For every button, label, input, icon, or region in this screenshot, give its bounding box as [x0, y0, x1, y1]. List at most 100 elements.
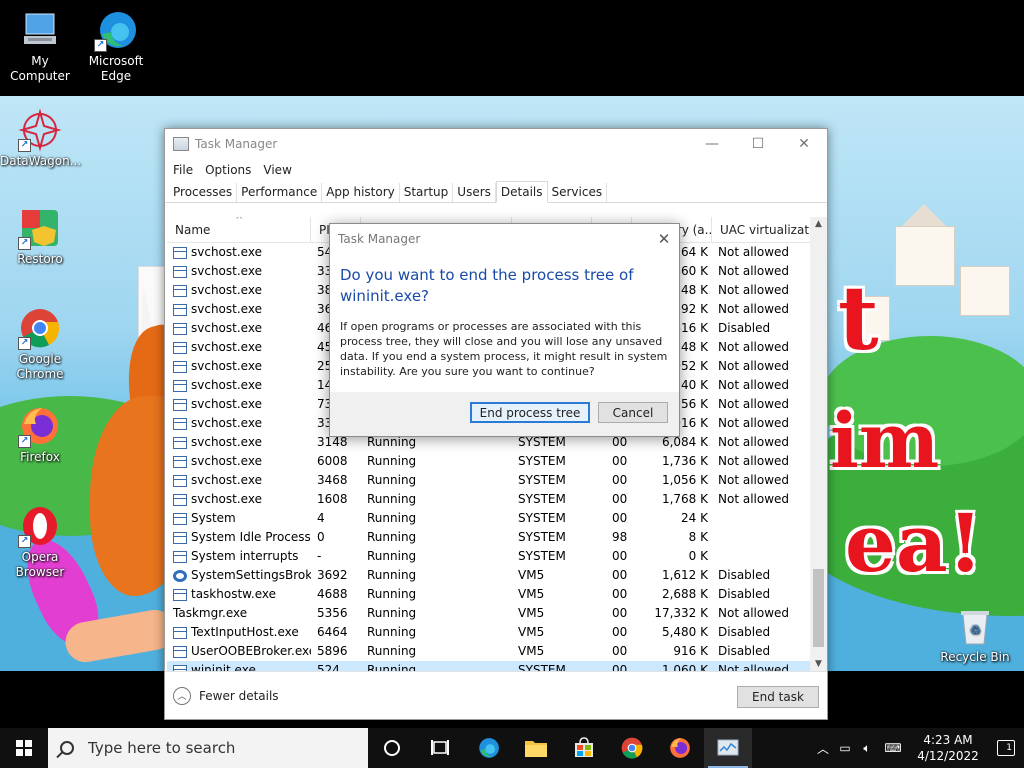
- cell-cpu: 98: [612, 530, 628, 544]
- chevron-up-icon[interactable]: ︿: [812, 740, 834, 757]
- cell-pid: -: [317, 549, 322, 563]
- taskbar-edge[interactable]: [464, 728, 512, 768]
- cell-pid: 0: [317, 530, 325, 544]
- cell-memory: 2,688 K: [661, 587, 708, 601]
- menu-file[interactable]: File: [167, 163, 199, 177]
- tab-services[interactable]: Services: [548, 183, 608, 202]
- end-process-tree-button[interactable]: End process tree: [470, 402, 590, 423]
- desktop-icon-recycle-bin[interactable]: ♻ Recycle Bin: [935, 604, 1015, 665]
- table-row[interactable]: UserOOBEBroker.exe 5896 Running VM5 00 916 K D…: [167, 642, 827, 661]
- cell-status: Running: [367, 511, 417, 525]
- tab-startup[interactable]: Startup: [400, 183, 454, 202]
- table-row[interactable]: wininit.exe 524 Running SYSTEM 00 1,060 K Not …: [167, 661, 827, 671]
- task-view-button[interactable]: [368, 728, 416, 768]
- taskbar-store[interactable]: [560, 728, 608, 768]
- start-button[interactable]: [0, 728, 48, 768]
- cell-uac: Not allowed: [718, 416, 790, 430]
- tab-processes[interactable]: Processes: [169, 183, 238, 202]
- firefox-icon: ↗: [18, 404, 62, 448]
- table-row[interactable]: svchost.exe 3468 Running SYSTEM 00 1,056 K Not…: [167, 471, 827, 490]
- cell-name: svchost.exe: [167, 243, 311, 262]
- process-name: svchost.exe: [191, 473, 262, 487]
- cell-cpu: 00: [612, 473, 628, 487]
- cell-cpu: 00: [612, 454, 628, 468]
- cell-cpu: 00: [612, 549, 628, 563]
- cell-cpu: 00: [612, 511, 628, 525]
- desktop-icon-firefox[interactable]: ↗ Firefox: [0, 404, 80, 465]
- end-task-button[interactable]: End task: [737, 686, 819, 708]
- desktop-icon-opera[interactable]: ↗ Opera Browser: [0, 504, 80, 580]
- notification-center-button[interactable]: 1: [988, 728, 1024, 768]
- cell-uac: Not allowed: [718, 492, 790, 506]
- taskbar-firefox[interactable]: [656, 728, 704, 768]
- firefox-icon: [670, 738, 690, 758]
- scrollbar-thumb[interactable]: [813, 569, 824, 647]
- table-row[interactable]: System interrupts - Running SYSTEM 00 0 K: [167, 547, 827, 566]
- scroll-down-icon[interactable]: ▼: [810, 659, 827, 669]
- cell-name: svchost.exe: [167, 452, 311, 471]
- cell-uac: Disabled: [718, 644, 771, 658]
- table-row[interactable]: svchost.exe 1608 Running SYSTEM 00 1,768 K Not…: [167, 490, 827, 509]
- close-button[interactable]: ✕: [781, 129, 827, 159]
- cell-user: SYSTEM: [518, 454, 566, 468]
- table-row[interactable]: svchost.exe 6008 Running SYSTEM 00 1,736 K Not…: [167, 452, 827, 471]
- cell-status: Running: [367, 473, 417, 487]
- shortcut-arrow-icon: ↗: [18, 535, 31, 548]
- table-row[interactable]: Taskmgr.exe 5356 Running VM5 00 17,332 K Not a…: [167, 345, 827, 623]
- process-icon: [173, 341, 187, 354]
- cell-uac: Not allowed: [718, 283, 790, 297]
- maximize-button[interactable]: ☐: [735, 129, 781, 159]
- title-bar[interactable]: Task Manager — ☐ ✕: [165, 129, 827, 159]
- task-view-icon-button[interactable]: [416, 728, 464, 768]
- process-icon: [173, 493, 187, 506]
- dialog-title-bar[interactable]: Task Manager ✕: [330, 224, 679, 254]
- taskbar-search-box[interactable]: Type here to search: [48, 728, 368, 768]
- taskbar-chrome[interactable]: [608, 728, 656, 768]
- process-icon: [173, 626, 187, 639]
- cell-name: svchost.exe: [167, 357, 311, 376]
- table-row[interactable]: TextInputHost.exe 6464 Running VM5 00 5,480 K…: [167, 623, 827, 642]
- cell-pid: 524: [317, 663, 340, 671]
- menu-options[interactable]: Options: [199, 163, 257, 177]
- fewer-details-label: Fewer details: [199, 688, 279, 703]
- cell-name: svchost.exe: [167, 433, 311, 452]
- cell-pid: 5896: [317, 644, 348, 658]
- shortcut-arrow-icon: ↗: [18, 337, 31, 350]
- network-icon[interactable]: ▭: [834, 741, 856, 755]
- clock[interactable]: 4:23 AM 4/12/2022: [908, 732, 988, 764]
- close-icon: ✕: [798, 136, 810, 152]
- vertical-scrollbar[interactable]: ▲ ▼: [810, 217, 827, 671]
- table-row[interactable]: System Idle Process 0 Running SYSTEM 98 8 K: [167, 528, 827, 547]
- desktop-icon-datawagon[interactable]: ↗ DataWagon...: [0, 108, 81, 169]
- tab-app-history[interactable]: App history: [322, 183, 400, 202]
- desktop-icon-edge[interactable]: ↗ Microsoft Edge: [76, 8, 156, 84]
- minimize-button[interactable]: —: [689, 129, 735, 159]
- column-header-uac[interactable]: UAC virtualizat...: [712, 217, 812, 243]
- dialog-question: Do you want to end the process tree of w…: [340, 266, 634, 305]
- tab-performance[interactable]: Performance: [237, 183, 323, 202]
- process-name: svchost.exe: [191, 245, 262, 259]
- keyboard-icon[interactable]: ⌨︎: [878, 741, 908, 755]
- table-row[interactable]: SystemSettingsBroke... 3692 Running VM5 00 1,…: [167, 566, 827, 585]
- cancel-button[interactable]: Cancel: [598, 402, 668, 423]
- desktop-icon-restoro[interactable]: ↗ Restoro: [0, 206, 80, 267]
- taskbar-file-explorer[interactable]: [512, 728, 560, 768]
- tab-users[interactable]: Users: [453, 183, 496, 202]
- clock-date: 4/12/2022: [917, 749, 979, 763]
- menu-view[interactable]: View: [257, 163, 297, 177]
- process-name: svchost.exe: [191, 321, 262, 335]
- fewer-details-button[interactable]: ︿ Fewer details: [173, 686, 279, 705]
- process-icon: [173, 588, 187, 601]
- process-icon: [173, 645, 187, 658]
- tab-details[interactable]: Details: [495, 181, 548, 203]
- dialog-close-button[interactable]: ✕: [649, 230, 679, 248]
- end-process-tree-dialog: Task Manager ✕ Do you want to end the pr…: [329, 223, 680, 437]
- cell-pid: 4: [317, 511, 325, 525]
- table-row[interactable]: System 4 Running SYSTEM 00 24 K: [167, 509, 827, 528]
- volume-icon[interactable]: 🔈︎: [856, 741, 878, 756]
- scroll-up-icon[interactable]: ▲: [810, 219, 827, 229]
- desktop-icon-chrome[interactable]: ↗ Google Chrome: [0, 306, 80, 382]
- taskbar-task-manager[interactable]: [704, 728, 752, 768]
- desktop-icon-my-computer[interactable]: My Computer: [0, 8, 80, 84]
- table-row[interactable]: taskhostw.exe 4688 Running VM5 00 2,688 K Disa…: [167, 585, 827, 604]
